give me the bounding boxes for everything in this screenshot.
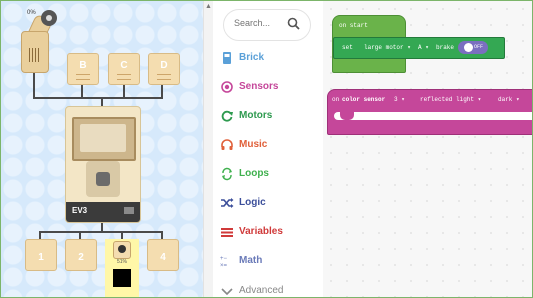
category-label: Motors bbox=[239, 110, 273, 121]
sensor-eye bbox=[118, 245, 126, 253]
brake-label: brake bbox=[436, 44, 455, 51]
svg-text:×=: ×= bbox=[220, 263, 228, 268]
category-label: Math bbox=[239, 255, 263, 266]
ev3-simulator: 0% B C D EV3 1 2 4 51% bbox=[1, 1, 203, 297]
category-brick[interactable]: Brick bbox=[213, 45, 323, 73]
motor-vents bbox=[29, 48, 41, 62]
category-label: Logic bbox=[239, 197, 266, 208]
port-label: C bbox=[120, 60, 128, 71]
brick-port-icon bbox=[124, 207, 134, 214]
motor-port-d[interactable]: D bbox=[148, 53, 180, 85]
brake-toggle[interactable]: OFF bbox=[458, 41, 488, 54]
scroll-up-arrow-icon[interactable]: ▲ bbox=[204, 3, 213, 11]
color-sensor-value: 51% bbox=[116, 259, 127, 265]
category-logic[interactable]: Logic bbox=[213, 190, 323, 218]
shuffle-icon bbox=[221, 198, 234, 208]
mode-dropdown[interactable]: reflected light ▾ bbox=[420, 96, 481, 103]
port-connector bbox=[76, 74, 90, 80]
port-label: 2 bbox=[78, 252, 84, 263]
headphones-icon bbox=[221, 139, 233, 150]
dial-hub bbox=[46, 15, 52, 21]
ev3-brick: EV3 bbox=[65, 106, 141, 223]
category-label: Brick bbox=[239, 52, 265, 63]
brick-icon bbox=[223, 52, 231, 64]
toggle-label: OFF bbox=[474, 44, 484, 50]
category-label: Sensors bbox=[239, 81, 279, 92]
set-label: set bbox=[342, 44, 353, 51]
category-advanced[interactable]: Advanced bbox=[213, 278, 323, 297]
category-loops[interactable]: Loops bbox=[213, 161, 323, 189]
set-brake-block[interactable]: set large motor ▾ A ▾ brake OFF bbox=[333, 37, 505, 59]
wire bbox=[33, 97, 103, 99]
large-motor-a[interactable] bbox=[21, 31, 49, 73]
block-connector bbox=[340, 112, 354, 120]
port-label: 1 bbox=[38, 252, 44, 263]
motor-dial-label: 0% bbox=[27, 10, 36, 16]
wire bbox=[101, 97, 163, 99]
blocks-workspace[interactable]: on start set large motor ▾ A ▾ brake OFF… bbox=[323, 1, 532, 297]
motor-port-b[interactable]: B bbox=[67, 53, 99, 85]
category-motors[interactable]: Motors bbox=[213, 103, 323, 131]
port-label: D bbox=[160, 60, 168, 71]
toolbox-search[interactable] bbox=[223, 9, 311, 41]
category-label: Advanced bbox=[239, 285, 284, 296]
wire bbox=[39, 231, 163, 233]
toggle-knob bbox=[464, 43, 473, 52]
sensor-label: color sensor bbox=[342, 96, 386, 103]
color-sensor-slider[interactable] bbox=[113, 269, 131, 287]
category-label: Variables bbox=[239, 226, 283, 237]
category-music[interactable]: Music bbox=[213, 132, 323, 160]
list-icon bbox=[221, 228, 233, 237]
search-icon[interactable] bbox=[286, 16, 302, 32]
on-start-label: on start bbox=[339, 22, 368, 29]
simulator-scrollbar[interactable]: ▲ bbox=[203, 1, 213, 297]
port-connector bbox=[117, 74, 131, 80]
category-math[interactable]: +− ×= Math bbox=[213, 248, 323, 276]
sensor-port-dropdown[interactable]: 3 ▾ bbox=[394, 96, 405, 103]
color-sensor-event-block[interactable]: on color sensor 3 ▾ reflected light ▾ da… bbox=[327, 89, 532, 135]
category-label: Music bbox=[239, 139, 268, 150]
sensor-icon bbox=[221, 81, 233, 93]
brick-screen-display bbox=[80, 124, 126, 152]
category-sensors[interactable]: Sensors bbox=[213, 74, 323, 102]
motor-dial[interactable] bbox=[41, 10, 57, 26]
wire bbox=[33, 71, 35, 99]
center-button[interactable] bbox=[96, 172, 110, 186]
motor-port-c[interactable]: C bbox=[108, 53, 140, 85]
brick-label-bar: EV3 bbox=[66, 202, 140, 222]
toolbox: Brick Sensors Motors Music Loops Logic V… bbox=[213, 1, 323, 297]
search-input[interactable] bbox=[232, 17, 286, 29]
port-dropdown[interactable]: A ▾ bbox=[418, 44, 429, 51]
block-body-slot bbox=[334, 112, 532, 120]
category-variables[interactable]: Variables bbox=[213, 219, 323, 247]
category-label: Loops bbox=[239, 168, 269, 179]
brick-buttons[interactable] bbox=[86, 161, 120, 197]
port-connector bbox=[157, 74, 171, 80]
color-sensor-icon[interactable] bbox=[113, 241, 131, 259]
sensor-port-4[interactable]: 4 bbox=[147, 239, 179, 271]
chevron-down-icon bbox=[221, 288, 233, 296]
sensor-port-2[interactable]: 2 bbox=[65, 239, 97, 271]
on-label: on bbox=[332, 96, 340, 103]
state-dropdown[interactable]: dark ▾ bbox=[498, 96, 520, 103]
port-label: B bbox=[79, 60, 87, 71]
app-frame: 0% B C D EV3 1 2 4 51% ▲ Search... Brick… bbox=[0, 0, 533, 298]
math-icon: +−×= bbox=[220, 256, 228, 268]
port-label: 4 bbox=[160, 252, 166, 263]
brick-label: EV3 bbox=[72, 206, 88, 215]
brick-screen bbox=[72, 117, 136, 161]
loop-icon bbox=[222, 167, 232, 181]
motor-icon bbox=[221, 110, 233, 122]
sensor-port-1[interactable]: 1 bbox=[25, 239, 57, 271]
svg-text:+−: +− bbox=[220, 256, 228, 262]
motor-dropdown[interactable]: large motor ▾ bbox=[364, 44, 411, 51]
